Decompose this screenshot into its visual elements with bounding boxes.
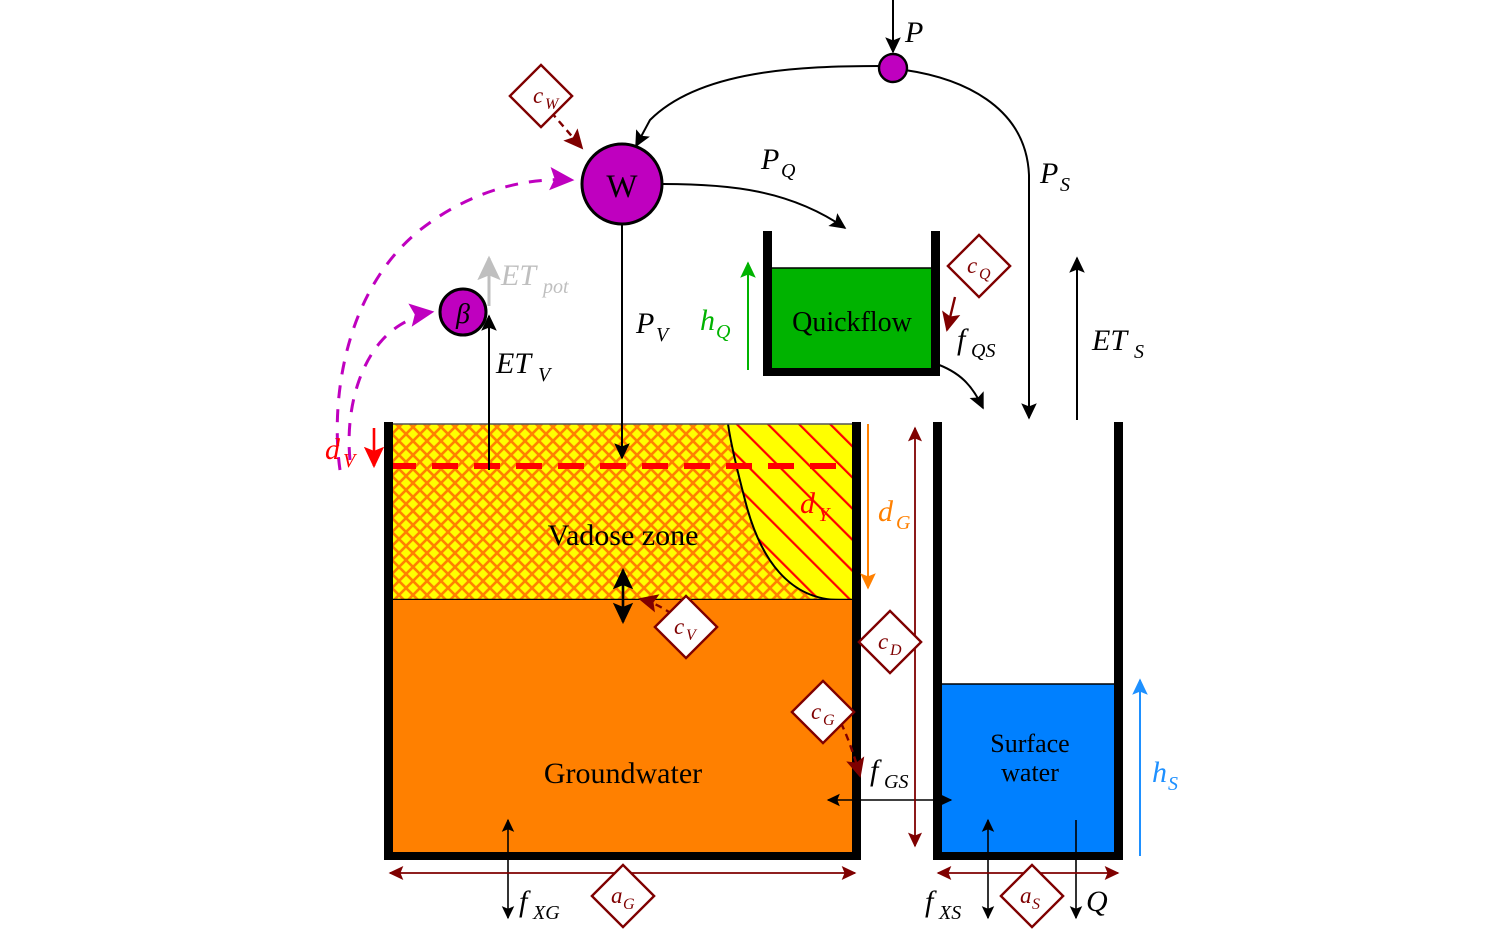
svg-text:Q: Q: [781, 160, 796, 182]
c-d-diamond: c D: [857, 609, 923, 675]
groundwater-label: Groundwater: [544, 757, 702, 790]
label-d-G: d G: [878, 495, 911, 534]
label-P: P: [904, 16, 923, 49]
c-g-diamond-sub: G: [823, 712, 835, 729]
c-w-diamond-main: c: [533, 83, 543, 108]
label-ET-S: ET S: [1091, 324, 1144, 363]
svg-text:P: P: [1039, 157, 1058, 190]
precipitation-node: [877, 52, 909, 84]
a-s-diamond: a S: [999, 863, 1065, 929]
label-f-QS: f QS: [957, 323, 995, 362]
w-node-label: W: [606, 169, 638, 205]
c-q-diamond-sub: Q: [979, 266, 991, 283]
label-P-S: P S: [1039, 157, 1070, 196]
surface-water-store: Surface water: [941, 683, 1119, 856]
svg-text:f: f: [519, 885, 531, 918]
label-ET-V: ET V: [495, 347, 553, 386]
svg-text:S: S: [1168, 773, 1178, 795]
c-d-diamond-main: c: [878, 629, 888, 654]
a-g-diamond-main: a: [611, 883, 623, 908]
svg-text:XG: XG: [532, 902, 560, 924]
quickflow-label: Quickflow: [792, 307, 913, 338]
svg-text:G: G: [896, 512, 911, 534]
svg-text:P: P: [904, 16, 923, 49]
svg-text:V: V: [656, 324, 671, 346]
label-ET-pot: ET pot: [500, 259, 569, 298]
label-f-XS: f XS: [925, 885, 961, 924]
hydrology-model-diagram: Vadose zone Groundwater Quickflow Surfac…: [325, 0, 1178, 929]
c-g-diamond-main: c: [811, 699, 821, 724]
svg-text:V: V: [538, 364, 553, 386]
svg-text:f: f: [957, 323, 969, 356]
svg-text:f: f: [925, 885, 937, 918]
c-w-connector: [550, 111, 584, 150]
label-f-XG: f XG: [519, 885, 560, 924]
beta-node: β: [438, 287, 488, 337]
svg-text:P: P: [760, 143, 779, 176]
svg-text:GS: GS: [884, 771, 908, 793]
label-h-Q: h Q: [700, 304, 731, 343]
surface-water-label-line2: water: [1001, 758, 1059, 787]
c-w-diamond: c W: [508, 63, 574, 129]
a-g-diamond-sub: G: [623, 896, 635, 913]
svg-text:d: d: [325, 433, 341, 466]
svg-text:XS: XS: [938, 902, 961, 924]
svg-text:V: V: [343, 450, 358, 472]
groundwater-store: Groundwater: [390, 600, 855, 857]
label-P-V: P V: [635, 307, 671, 346]
svg-text:S: S: [1060, 174, 1070, 196]
c-q-diamond: c Q: [946, 233, 1012, 299]
groundwater-fill: [390, 600, 855, 857]
svg-text:QS: QS: [971, 340, 995, 362]
quickflow-store: Quickflow: [770, 267, 934, 372]
p-q-arrow: [662, 183, 847, 229]
a-s-diamond-sub: S: [1032, 896, 1040, 913]
svg-text:ET: ET: [1091, 324, 1129, 357]
label-h-S: h S: [1152, 756, 1178, 795]
diagram-canvas: Vadose zone Groundwater Quickflow Surfac…: [0, 0, 1500, 929]
f-qs-arrow: [933, 362, 984, 410]
a-g-diamond: a G: [590, 863, 656, 929]
c-q-connector: [942, 296, 961, 332]
vadose-zone-label: Vadose zone: [548, 519, 699, 552]
svg-text:h: h: [1152, 756, 1167, 789]
svg-text:Q: Q: [716, 321, 731, 343]
label-Q: Q: [1086, 885, 1108, 918]
svg-text:h: h: [700, 304, 715, 337]
svg-text:S: S: [1134, 341, 1144, 363]
c-w-diamond-sub: W: [545, 96, 560, 113]
label-d-V: d V: [325, 433, 358, 472]
w-node: W: [580, 142, 664, 226]
svg-text:f: f: [870, 754, 882, 787]
svg-text:ET: ET: [495, 347, 533, 380]
label-P-Q: P Q: [760, 143, 796, 182]
c-v-diamond-main: c: [674, 614, 684, 639]
svg-text:Y: Y: [818, 504, 831, 526]
surface-water-label-line1: Surface: [990, 729, 1069, 758]
label-f-GS: f GS: [870, 754, 908, 793]
svg-text:d: d: [800, 487, 816, 520]
svg-text:P: P: [635, 307, 654, 340]
p-to-w-arrow: [635, 65, 882, 148]
c-d-diamond-sub: D: [889, 642, 902, 659]
svg-text:pot: pot: [541, 276, 569, 298]
c-q-diamond-main: c: [967, 253, 977, 278]
beta-node-label: β: [455, 299, 470, 330]
a-s-diamond-main: a: [1020, 883, 1032, 908]
svg-text:ET: ET: [500, 259, 538, 292]
svg-text:Q: Q: [1086, 885, 1108, 918]
svg-text:d: d: [878, 495, 894, 528]
